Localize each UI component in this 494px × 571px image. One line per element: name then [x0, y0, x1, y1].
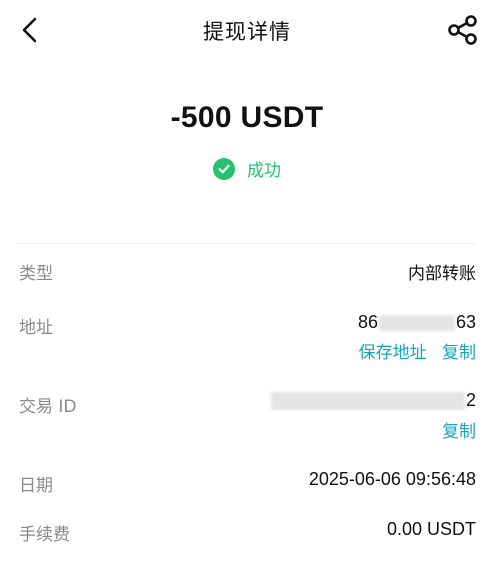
address-redacted — [378, 315, 455, 332]
txid-label: 交易 ID — [19, 397, 77, 417]
copy-address-link[interactable]: 复制 — [442, 343, 476, 363]
date-label: 日期 — [19, 476, 53, 496]
address-value: 86 63 — [358, 312, 476, 333]
status-text: 成功 — [247, 161, 281, 181]
address-suffix: 63 — [455, 312, 476, 332]
address-actions: 保存地址 复制 — [359, 338, 476, 363]
check-circle-icon — [213, 157, 235, 180]
txid-redacted — [270, 392, 465, 411]
divider — [18, 243, 476, 244]
txid-actions: 复制 — [442, 417, 476, 442]
share-icon — [448, 15, 477, 45]
save-address-link[interactable]: 保存地址 — [359, 343, 427, 363]
top-bar: 提现详情 — [0, 0, 494, 62]
txid-suffix: 2 — [465, 390, 476, 410]
type-label: 类型 — [19, 264, 53, 284]
withdraw-amount: -500 USDT — [170, 101, 324, 134]
address-label: 地址 — [19, 318, 53, 338]
date-value: 2025-06-06 09:56:48 — [308, 469, 476, 489]
page-title: 提现详情 — [203, 20, 291, 44]
type-value: 内部转账 — [408, 264, 476, 284]
copy-txid-link[interactable]: 复制 — [442, 422, 476, 442]
status-badge: 成功 — [0, 156, 494, 181]
fee-label: 手续费 — [19, 525, 70, 545]
txid-value: 2 — [270, 390, 476, 411]
address-prefix: 86 — [357, 312, 378, 332]
share-button[interactable] — [446, 13, 480, 47]
fee-value: 0.00 USDT — [386, 519, 476, 539]
